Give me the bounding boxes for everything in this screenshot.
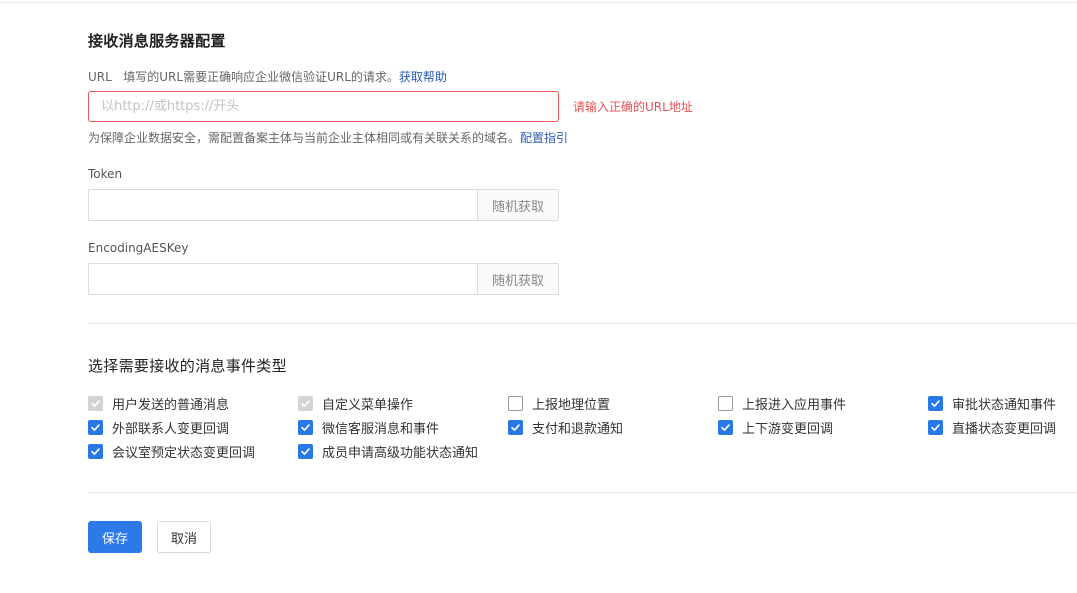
event-checkbox-label: 微信客服消息和事件	[322, 422, 440, 437]
config-guide-link[interactable]: 配置指引	[520, 131, 568, 145]
event-checkbox-label: 外部联系人变更回调	[112, 422, 230, 437]
event-checkbox-item[interactable]: 直播状态变更回调	[928, 418, 1056, 437]
token-field-group: 随机获取	[88, 189, 559, 221]
event-checkbox-item[interactable]: 支付和退款通知	[508, 418, 623, 437]
checkbox-icon[interactable]	[928, 396, 943, 411]
token-label: Token	[88, 167, 123, 181]
config-form: 接收消息服务器配置 URL 填写的URL需要正确响应企业微信验证URL的请求。获…	[88, 0, 1077, 593]
aes-key-input[interactable]	[89, 264, 477, 294]
section-divider	[88, 323, 1077, 324]
event-checkbox-item[interactable]: 微信客服消息和事件	[298, 418, 439, 437]
checkbox-icon[interactable]	[298, 444, 313, 459]
checkbox-icon[interactable]	[508, 420, 523, 435]
checkbox-icon[interactable]	[88, 444, 103, 459]
event-checkbox-label: 成员申请高级功能状态通知	[322, 446, 479, 461]
event-checkbox-label: 直播状态变更回调	[952, 422, 1057, 437]
checkbox-icon	[298, 396, 313, 411]
url-input[interactable]	[88, 91, 559, 122]
event-checkbox-item[interactable]: 上报地理位置	[508, 394, 610, 413]
aes-key-random-button[interactable]: 随机获取	[477, 264, 558, 294]
event-checkbox-item[interactable]: 上下游变更回调	[718, 418, 833, 437]
actions-divider	[88, 492, 1077, 493]
get-help-link[interactable]: 获取帮助	[399, 70, 447, 84]
url-label-row: URL 填写的URL需要正确响应企业微信验证URL的请求。获取帮助	[88, 68, 447, 85]
checkbox-icon[interactable]	[928, 420, 943, 435]
checkbox-icon[interactable]	[298, 420, 313, 435]
aes-key-field-group: 随机获取	[88, 263, 559, 295]
event-checkbox-label: 会议室预定状态变更回调	[112, 446, 256, 461]
events-title: 选择需要接收的消息事件类型	[88, 357, 287, 375]
event-checkbox-item[interactable]: 外部联系人变更回调	[88, 418, 229, 437]
event-checkbox-label: 上报进入应用事件	[742, 398, 847, 413]
checkbox-icon	[88, 396, 103, 411]
event-checkbox-item: 自定义菜单操作	[298, 394, 413, 413]
event-checkbox-label: 支付和退款通知	[532, 422, 624, 437]
checkbox-icon[interactable]	[508, 396, 523, 411]
event-checkbox-label: 自定义菜单操作	[322, 398, 414, 413]
event-checkbox-item[interactable]: 会议室预定状态变更回调	[88, 442, 255, 461]
token-input[interactable]	[89, 190, 477, 220]
security-hint-row: 为保障企业数据安全，需配置备案主体与当前企业主体相同或有关联关系的域名。配置指引	[88, 129, 568, 146]
cancel-button[interactable]: 取消	[157, 521, 211, 553]
event-checkbox-label: 上下游变更回调	[742, 422, 834, 437]
event-checkbox-item[interactable]: 上报进入应用事件	[718, 394, 846, 413]
event-checkbox-item[interactable]: 成员申请高级功能状态通知	[298, 442, 478, 461]
event-checkbox-label: 上报地理位置	[532, 398, 611, 413]
token-random-button[interactable]: 随机获取	[477, 190, 558, 220]
url-label: URL	[88, 70, 112, 84]
save-button[interactable]: 保存	[88, 521, 142, 553]
checkbox-icon[interactable]	[88, 420, 103, 435]
checkbox-icon[interactable]	[718, 396, 733, 411]
aes-key-label: EncodingAESKey	[88, 241, 189, 255]
event-checkbox-label: 用户发送的普通消息	[112, 398, 230, 413]
event-checkbox-item: 用户发送的普通消息	[88, 394, 229, 413]
url-error-message: 请输入正确的URL地址	[573, 100, 693, 114]
server-config-title: 接收消息服务器配置	[88, 32, 226, 50]
event-checkbox-item[interactable]: 审批状态通知事件	[928, 394, 1056, 413]
checkbox-icon[interactable]	[718, 420, 733, 435]
event-checkbox-label: 审批状态通知事件	[952, 398, 1057, 413]
security-hint: 为保障企业数据安全，需配置备案主体与当前企业主体相同或有关联关系的域名。	[88, 131, 521, 145]
url-hint: 填写的URL需要正确响应企业微信验证URL的请求。	[123, 70, 399, 84]
